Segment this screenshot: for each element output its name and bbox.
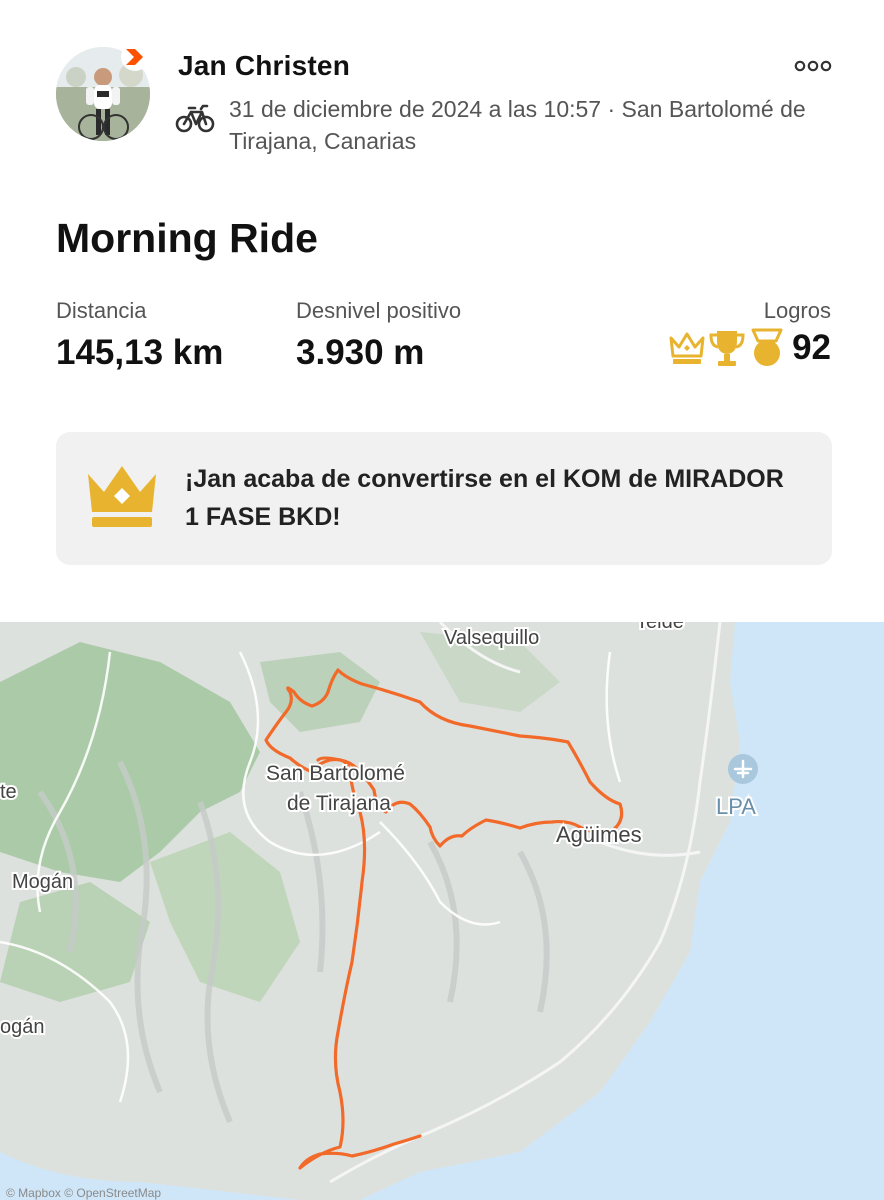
strava-badge-icon <box>121 43 149 71</box>
map-label-valsequillo: Valsequillo <box>444 627 539 649</box>
map-label-airport: LPA <box>716 794 756 819</box>
map-label-san-bartolome: San Bartolomé <box>266 762 405 785</box>
achievements-count: 92 <box>792 328 831 367</box>
distance-label: Distancia <box>56 298 147 323</box>
map-attribution[interactable]: © Mapbox © OpenStreetMap <box>6 1186 161 1200</box>
map-label-edge: te <box>0 781 17 803</box>
map-label-mogan: Mogán <box>12 871 73 893</box>
activity-title[interactable]: Morning Ride <box>56 215 318 262</box>
kom-banner-text: ¡Jan acaba de convertirse en el KOM de M… <box>185 465 784 531</box>
kom-banner[interactable]: ¡Jan acaba de convertirse en el KOM de M… <box>56 432 832 565</box>
map-label-mogan-edge: ogán <box>0 1016 45 1038</box>
activity-date-location: 31 de diciembre de 2024 a las 10:57 · Sa… <box>229 96 806 154</box>
map-label-aguimes: Agüimes <box>556 822 642 847</box>
map-label-tirajana: de Tirajana <box>287 792 391 815</box>
map-label-telde: Telde <box>636 622 684 633</box>
more-options-icon[interactable] <box>794 58 832 74</box>
bike-icon <box>175 104 215 133</box>
crown-icon <box>669 332 705 364</box>
achievements-summary[interactable]: 92 <box>668 326 831 370</box>
athlete-name[interactable]: Jan Christen <box>178 50 350 82</box>
crown-icon <box>88 466 156 527</box>
elevation-label: Desnivel positivo <box>296 298 462 323</box>
trophy-icon <box>709 331 745 366</box>
route-map[interactable]: Valsequillo Telde San Bartolomé de Tiraj… <box>0 622 884 1200</box>
distance-value: 145,13 km <box>56 333 224 372</box>
achievements-label: Logros <box>763 298 831 323</box>
medal-icon <box>751 328 783 366</box>
elevation-value: 3.930 m <box>296 333 425 372</box>
